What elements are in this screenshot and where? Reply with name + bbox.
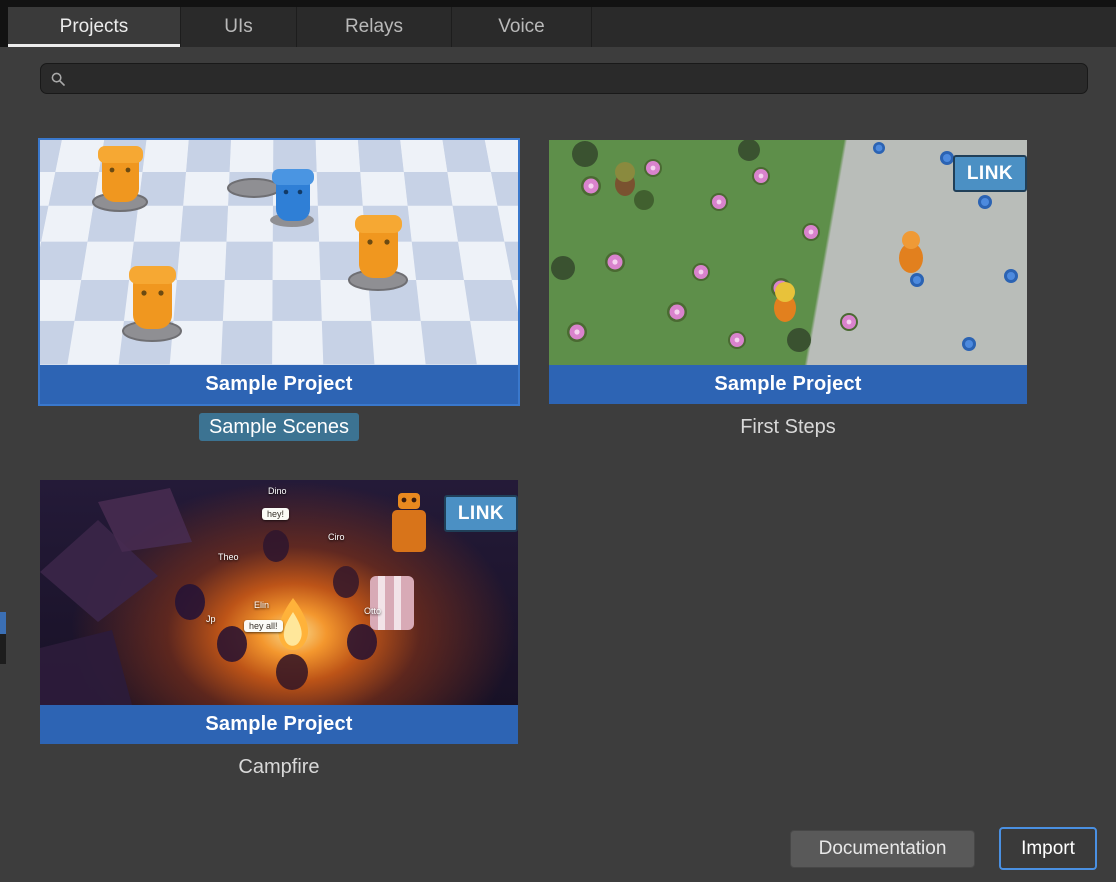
- project-caption-row: Campfire: [40, 756, 518, 779]
- project-thumbnail-campfire[interactable]: Dino hey! Ciro Theo Elin Jp hey all! Ott…: [40, 480, 518, 744]
- link-badge: LINK: [444, 495, 518, 532]
- tab-row: Projects UIs Relays Voice: [8, 7, 1116, 47]
- character-orange: [899, 231, 923, 273]
- character-yellow-hat: [774, 282, 796, 322]
- name-tag-otto: Otto: [364, 606, 381, 616]
- projects-panel: Projects UIs Relays Voice: [0, 0, 1116, 882]
- name-tag-ciro: Ciro: [328, 532, 345, 542]
- search-input[interactable]: [72, 69, 1077, 88]
- project-caption-row: Sample Scenes: [40, 416, 518, 439]
- speech-bubble-hey-all: hey all!: [244, 620, 283, 632]
- gardener-green-hat: [615, 162, 635, 196]
- search-field[interactable]: [40, 63, 1088, 94]
- project-banner: Sample Project: [40, 365, 518, 404]
- thumbnail-image-checkerboard: [40, 140, 518, 365]
- name-tag-dino: Dino: [268, 486, 287, 496]
- project-banner: Sample Project: [549, 365, 1027, 404]
- project-card-campfire[interactable]: Dino hey! Ciro Theo Elin Jp hey all! Ott…: [40, 480, 518, 810]
- left-edge-dark-sliver: [0, 634, 6, 664]
- import-button[interactable]: Import: [999, 827, 1097, 870]
- project-banner: Sample Project: [40, 705, 518, 744]
- search-icon: [51, 72, 65, 86]
- left-edge-selection-sliver: [0, 612, 6, 634]
- name-tag-elin: Elin: [254, 600, 269, 610]
- project-name: First Steps: [740, 416, 836, 438]
- tab-projects-label: Projects: [60, 16, 129, 38]
- project-name: Campfire: [238, 756, 319, 778]
- tab-projects[interactable]: Projects: [8, 7, 181, 47]
- name-tag-jp: Jp: [206, 614, 216, 624]
- tab-voice[interactable]: Voice: [452, 7, 592, 47]
- tab-uis-label: UIs: [224, 16, 253, 38]
- dummy-characters-illustration: [40, 140, 518, 365]
- project-name-selected[interactable]: Sample Scenes: [199, 413, 359, 441]
- deck-chair: [370, 576, 414, 630]
- project-thumbnail-first-steps[interactable]: LINK Sample Project: [549, 140, 1027, 404]
- project-caption-row: First Steps: [549, 416, 1027, 439]
- tab-bar: Projects UIs Relays Voice: [0, 0, 1116, 47]
- project-card-sample-scenes[interactable]: Sample Project Sample Scenes: [40, 140, 518, 470]
- documentation-button[interactable]: Documentation: [790, 830, 975, 868]
- project-thumbnail-sample-scenes[interactable]: Sample Project: [40, 140, 518, 404]
- speech-bubble-hey: hey!: [262, 508, 289, 520]
- tab-relays-label: Relays: [345, 16, 403, 38]
- name-tag-theo: Theo: [218, 552, 239, 562]
- project-card-first-steps[interactable]: LINK Sample Project First Steps: [549, 140, 1027, 470]
- tab-voice-label: Voice: [498, 16, 544, 38]
- robot-silhouette: [392, 493, 426, 552]
- tab-uis[interactable]: UIs: [181, 7, 297, 47]
- link-badge: LINK: [953, 155, 1027, 192]
- tab-relays[interactable]: Relays: [297, 7, 452, 47]
